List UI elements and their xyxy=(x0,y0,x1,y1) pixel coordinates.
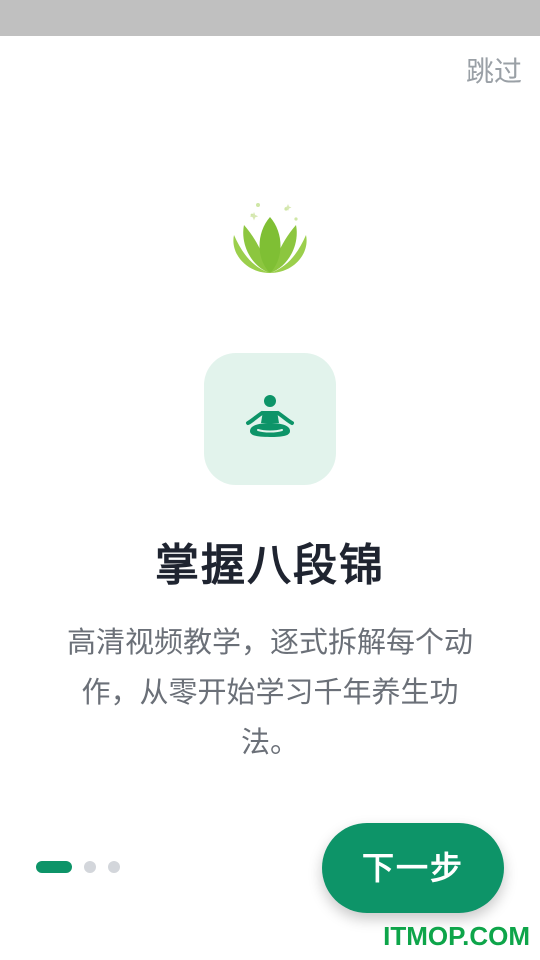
page-dot xyxy=(108,861,120,873)
watermark: ITMOP.COM xyxy=(383,921,530,951)
page-title: 掌握八段锦 xyxy=(155,540,385,591)
status-bar xyxy=(0,0,540,36)
skip-button[interactable]: 跳过 xyxy=(466,52,522,92)
page-indicator xyxy=(36,861,132,873)
page-dot-active xyxy=(36,861,72,873)
feature-tile xyxy=(204,353,336,485)
lotus-icon xyxy=(222,195,318,279)
page-dot xyxy=(84,861,96,873)
meditation-person-icon xyxy=(246,395,294,437)
page-description: 高清视频教学，逐式拆解每个动作，从零开始学习千年养生功法。 xyxy=(66,625,473,759)
next-button[interactable]: 下一步 xyxy=(322,823,504,913)
